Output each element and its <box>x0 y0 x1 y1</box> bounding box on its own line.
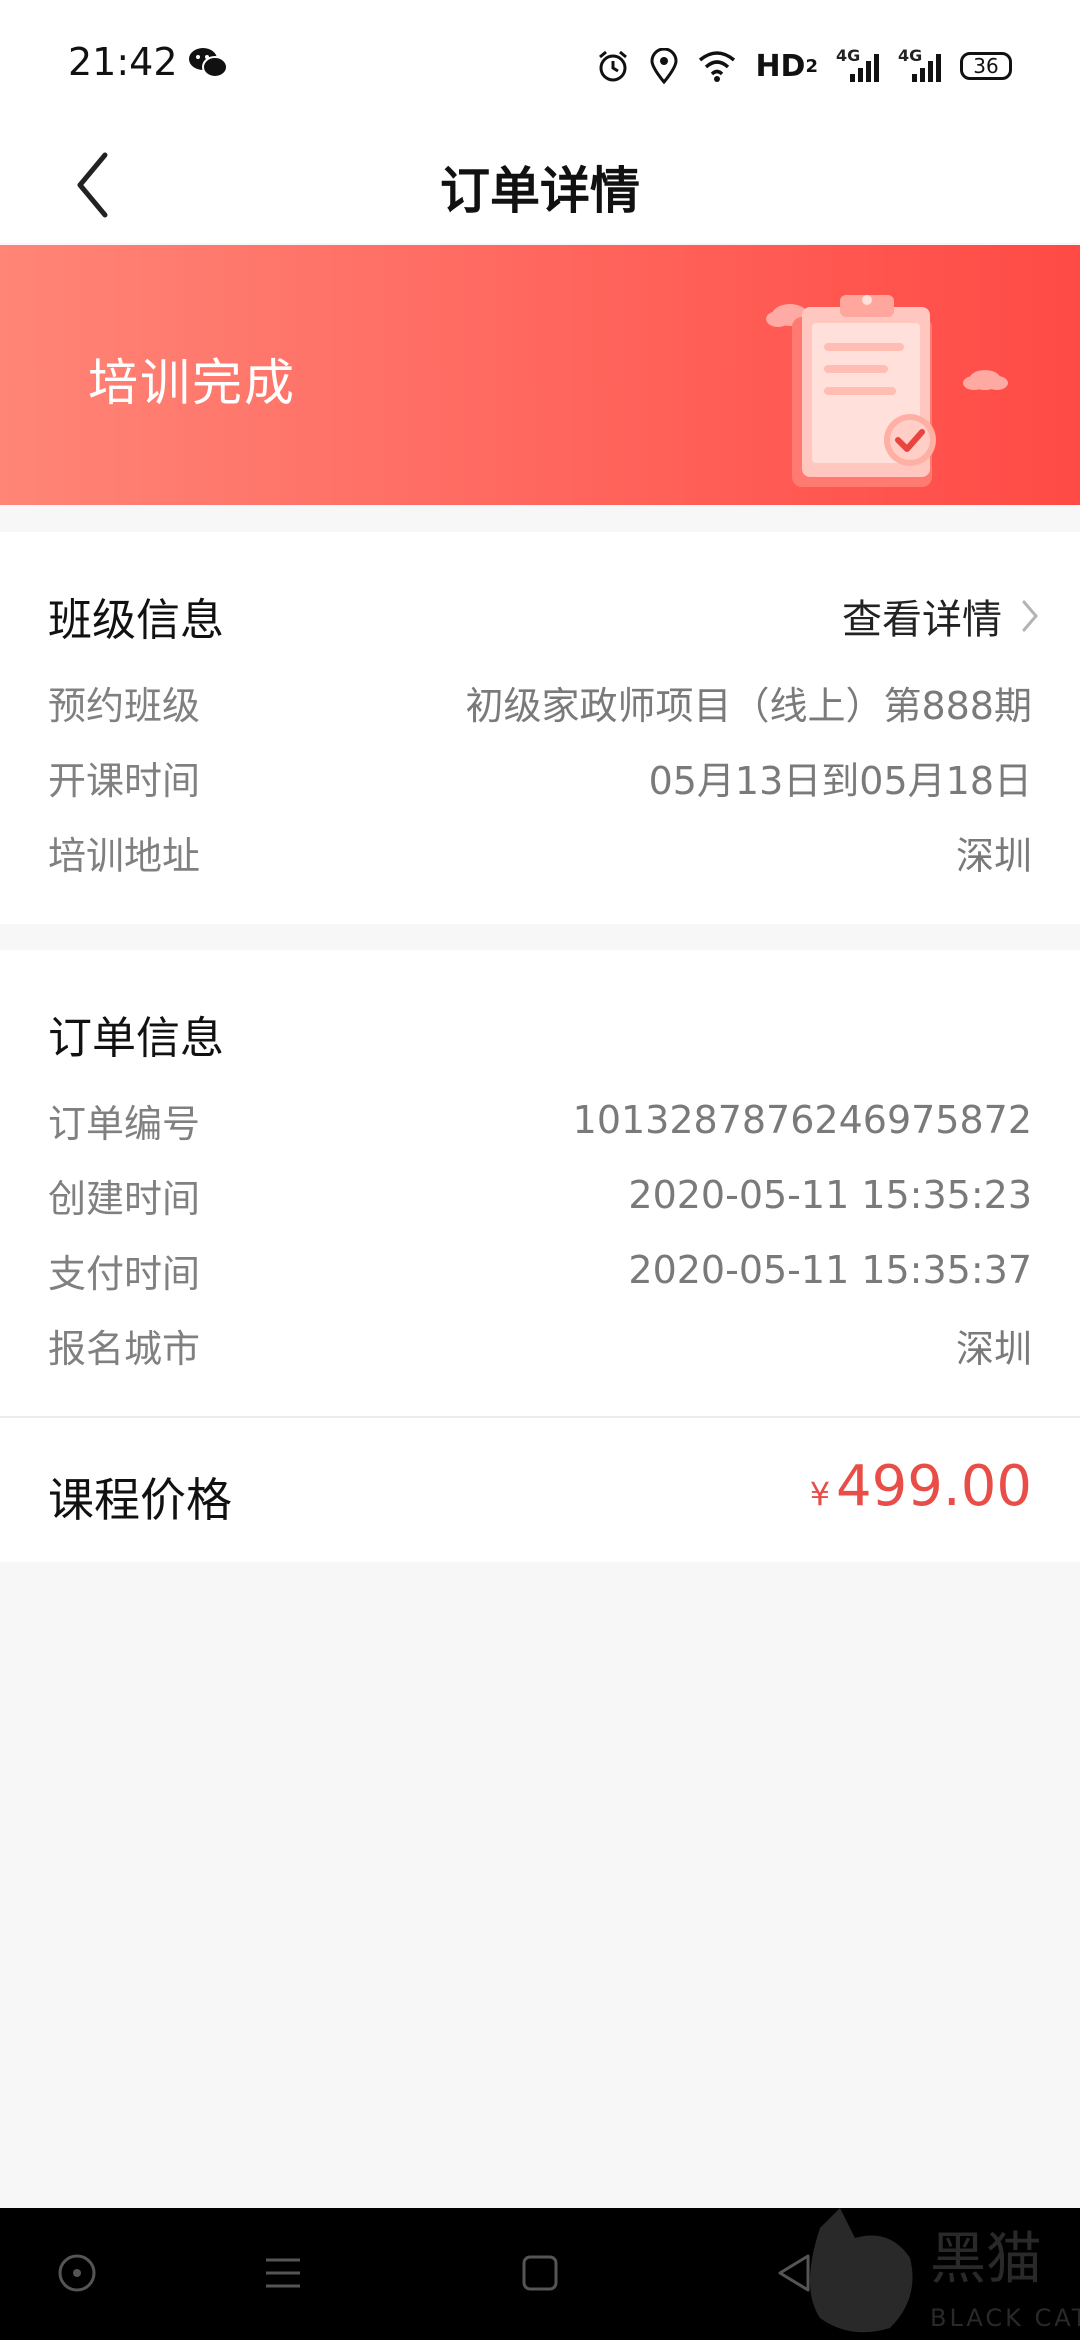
page-title: 订单详情 <box>440 162 640 220</box>
home-button-icon[interactable] <box>515 2248 565 2298</box>
row-label: 订单编号 <box>48 1101 201 1146</box>
clipboard-check-icon <box>766 295 1008 487</box>
order-row: 订单编号 1013287876246975872 <box>48 1090 1032 1150</box>
class-info-title: 班级信息 <box>48 595 224 646</box>
price-currency: ¥ <box>809 1475 831 1513</box>
signal-4g-icon: 4G <box>836 46 880 84</box>
row-value: 2020-05-11 15:35:37 <box>628 1248 1032 1292</box>
price-amount: 499.00 <box>836 1454 1032 1519</box>
nav-bar: 订单详情 <box>0 125 1080 243</box>
row-value: 深圳 <box>955 833 1032 878</box>
view-details-label: 查看详情 <box>842 597 1002 643</box>
class-row: 预约班级 初级家政师项目（线上）第888期 <box>48 672 1032 732</box>
hd-label: HD <box>755 48 806 84</box>
row-value: 2020-05-11 15:35:23 <box>628 1173 1032 1217</box>
wechat-icon <box>189 48 228 78</box>
view-details-link[interactable]: 查看详情 <box>842 587 1040 645</box>
wifi-icon <box>699 51 736 82</box>
assistant-button-icon[interactable] <box>52 2248 102 2298</box>
row-label: 培训地址 <box>48 833 201 878</box>
battery-icon: 36 <box>960 52 1012 80</box>
class-info-card: 班级信息 查看详情 预约班级 初级家政师项目（线上）第888期 开课时间 05月… <box>0 532 1080 924</box>
system-nav-bar: 黑猫 BLACK CAT <box>0 2208 1080 2340</box>
order-row: 创建时间 2020-05-11 15:35:23 <box>48 1165 1032 1225</box>
price-value: ¥ 499.00 <box>810 1454 1032 1519</box>
alarm-icon <box>599 50 628 82</box>
order-row: 支付时间 2020-05-11 15:35:37 <box>48 1240 1032 1300</box>
order-row: 报名城市 深圳 <box>48 1315 1032 1375</box>
menu-button-icon[interactable] <box>258 2248 308 2298</box>
row-label: 预约班级 <box>48 683 201 728</box>
row-value: 05月13日到05月18日 <box>648 758 1032 803</box>
hd-sub: 2 <box>805 55 818 77</box>
order-status-text: 培训完成 <box>88 354 296 412</box>
chevron-right-icon <box>1022 600 1038 632</box>
order-info-title: 订单信息 <box>48 1013 224 1064</box>
row-value: 初级家政师项目（线上）第888期 <box>465 683 1032 728</box>
signal-4g-icon-2: 4G <box>898 46 942 84</box>
row-label: 创建时间 <box>48 1176 201 1221</box>
row-label: 报名城市 <box>48 1326 201 1371</box>
hd-icon: HD 2 <box>755 48 818 84</box>
price-card: 课程价格 ¥ 499.00 <box>0 1418 1080 1562</box>
location-icon <box>650 48 678 84</box>
row-label: 支付时间 <box>48 1251 201 1296</box>
status-bar: 21:42 HD 2 4G 4G 36 <box>0 0 1080 125</box>
status-banner: 培训完成 <box>0 245 1080 505</box>
watermark-brand: 黑猫 <box>930 2227 1042 2292</box>
class-row: 培训地址 深圳 <box>48 822 1032 882</box>
price-label: 课程价格 <box>48 1473 232 1527</box>
black-cat-watermark: 黑猫 BLACK CAT <box>810 2208 1080 2333</box>
row-value: 深圳 <box>955 1326 1032 1371</box>
status-time: 21:42 <box>68 40 178 84</box>
signal-label-2: 4G <box>898 46 923 65</box>
row-label: 开课时间 <box>48 758 201 803</box>
class-row: 开课时间 05月13日到05月18日 <box>48 747 1032 807</box>
order-info-card: 订单信息 订单编号 1013287876246975872 创建时间 2020-… <box>0 950 1080 1416</box>
signal-label: 4G <box>836 46 861 65</box>
watermark-sub: BLACK CAT <box>930 2304 1080 2332</box>
row-value: 1013287876246975872 <box>572 1098 1032 1142</box>
status-icons: HD 2 4G 4G 36 <box>595 46 1012 86</box>
